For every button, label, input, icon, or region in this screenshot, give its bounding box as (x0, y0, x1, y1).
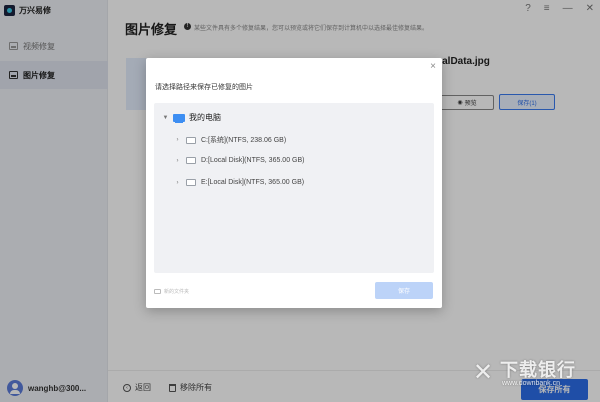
dialog-footer: 新的文件夹 保存 (146, 280, 442, 308)
new-folder-button[interactable]: 新的文件夹 (154, 288, 189, 295)
drive-icon (186, 179, 196, 186)
drive-label: E:[Local Disk](NTFS, 365.00 GB) (201, 179, 305, 186)
watermark-url: www.downbank.cn (502, 380, 560, 387)
watermark-logo-icon: ✕ (472, 359, 494, 386)
drive-label: D:[Local Disk](NTFS, 365.00 GB) (201, 157, 305, 164)
watermark-text: 下载银行 (500, 360, 576, 380)
new-folder-label: 新的文件夹 (164, 289, 190, 295)
tree-item-drive-d[interactable]: › D:[Local Disk](NTFS, 365.00 GB) (174, 157, 304, 164)
tree-item-drive-c[interactable]: › C:[系统](NTFS, 238.06 GB) (174, 135, 286, 145)
drive-icon (186, 136, 196, 144)
tree-root-label: 我的电脑 (189, 113, 221, 122)
chevron-right-icon[interactable]: › (174, 137, 181, 143)
drive-label: C:[系统](NTFS, 238.06 GB) (201, 137, 287, 144)
folder-tree: ▼ 我的电脑 › C:[系统](NTFS, 238.06 GB) › D:[Lo… (154, 103, 434, 273)
computer-icon (173, 113, 185, 123)
save-path-dialog: × 请选择路径来保存已修复的图片 ▼ 我的电脑 › C:[系统](NTFS, 2… (146, 58, 442, 308)
dialog-title: 请选择路径来保存已修复的图片 (155, 84, 253, 91)
chevron-right-icon[interactable]: › (174, 158, 181, 164)
tree-item-drive-e[interactable]: › E:[Local Disk](NTFS, 365.00 GB) (174, 179, 304, 186)
folder-icon (154, 289, 161, 294)
dialog-save-button[interactable]: 保存 (375, 282, 433, 299)
chevron-down-icon[interactable]: ▼ (162, 115, 169, 121)
drive-icon (186, 157, 196, 164)
chevron-right-icon[interactable]: › (174, 180, 181, 186)
close-icon[interactable]: × (430, 61, 436, 72)
tree-root-my-computer[interactable]: ▼ 我的电脑 (162, 112, 221, 123)
watermark: ✕ 下载银行 www.downbank.cn (468, 354, 598, 402)
